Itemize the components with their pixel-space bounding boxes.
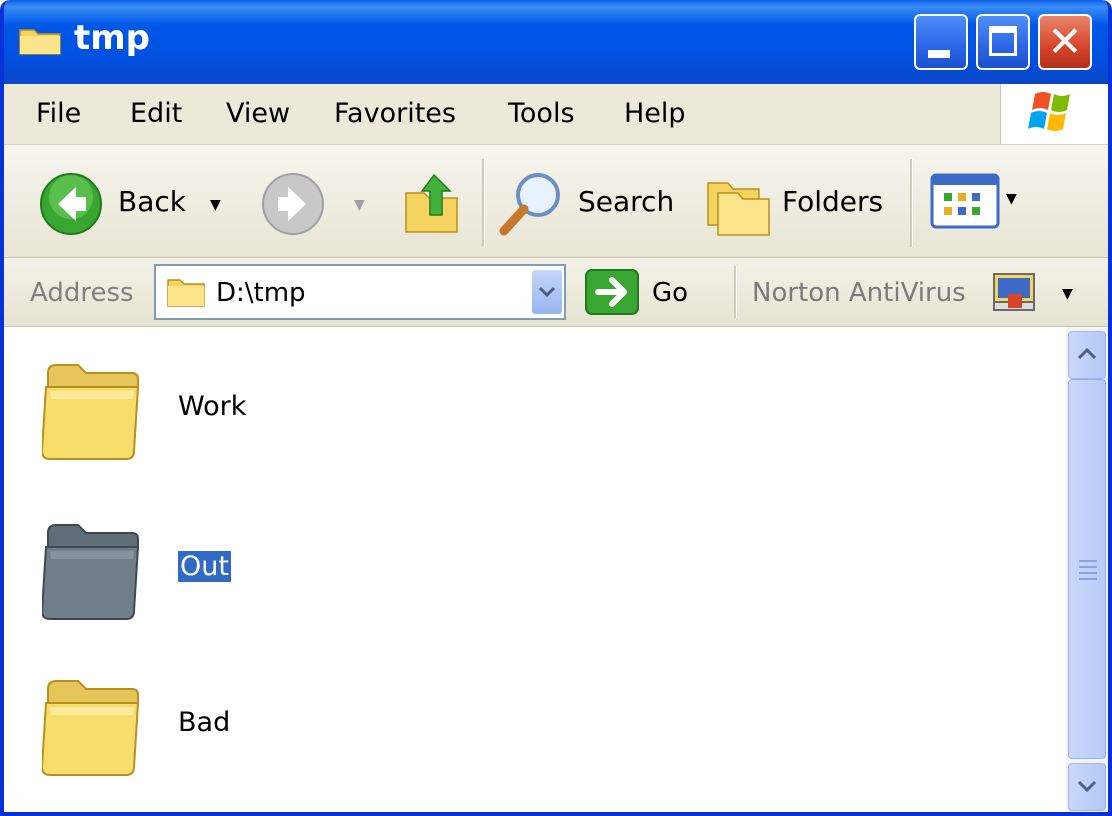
folder-icon [40, 364, 140, 460]
up-folder-icon [405, 173, 458, 233]
forward-dropdown-icon[interactable]: ▼ [354, 197, 365, 213]
go-button[interactable]: Go [584, 264, 694, 320]
menu-favorites[interactable]: Favorites [334, 98, 456, 129]
norton-antivirus-icon [993, 273, 1035, 311]
address-dropdown-button[interactable] [532, 270, 562, 314]
address-separator [734, 266, 737, 318]
views-button[interactable]: ▼ [930, 171, 1040, 237]
chevron-down-icon [538, 286, 556, 298]
norton-dropdown-icon[interactable]: ▼ [1062, 286, 1073, 302]
close-icon: ✕ [1047, 17, 1083, 66]
norton-antivirus-label: Norton AntiVirus [752, 278, 966, 308]
menu-view[interactable]: View [226, 98, 290, 129]
address-input[interactable]: D:\tmp [154, 264, 566, 320]
menu-file[interactable]: File [36, 98, 81, 129]
search-button[interactable]: Search [496, 165, 686, 239]
grip-line [1079, 572, 1097, 574]
go-arrow-icon [585, 269, 639, 315]
toolbar-separator [482, 159, 485, 247]
maximize-button[interactable] [976, 14, 1030, 70]
folder-item-bad[interactable]: Bad [40, 673, 442, 783]
grip-line [1079, 578, 1097, 580]
explorer-window: tmp ✕ File Edit View Favorites Tools Hel… [0, 0, 1112, 816]
file-list-view[interactable]: Work Out Bad [4, 327, 1066, 812]
chevron-down-icon [1077, 780, 1097, 793]
title-bar[interactable]: tmp ✕ [4, 0, 1108, 84]
search-icon [499, 173, 560, 236]
address-bar: Address D:\tmp Go Norton AntiVirus ▼ [4, 258, 1108, 327]
windows-logo [1000, 84, 1108, 144]
windows-flag-icon [1028, 92, 1070, 131]
back-arrow-icon [40, 173, 102, 235]
folder-name: Work [178, 391, 247, 422]
folder-icon [167, 279, 205, 307]
folder-icon [19, 29, 61, 55]
norton-antivirus-button[interactable]: Norton AntiVirus ▼ [752, 264, 1092, 320]
back-dropdown-icon[interactable]: ▼ [210, 197, 221, 213]
folder-item-out[interactable]: Out [40, 517, 442, 627]
address-value: D:\tmp [216, 278, 306, 308]
maximize-icon [989, 26, 1017, 56]
folder-name: Out [178, 551, 231, 582]
folder-icon [40, 680, 140, 776]
up-folder-button[interactable] [400, 165, 470, 239]
menu-help[interactable]: Help [624, 98, 686, 129]
close-button[interactable]: ✕ [1038, 14, 1092, 70]
minimize-icon [928, 50, 950, 58]
forward-button[interactable]: ▼ [260, 165, 380, 239]
folders-icon [707, 182, 770, 236]
menu-edit[interactable]: Edit [130, 98, 182, 129]
folders-button[interactable]: Folders [704, 165, 894, 239]
minimize-button[interactable] [914, 14, 968, 70]
toolbar-separator [910, 159, 913, 247]
menu-tools[interactable]: Tools [508, 98, 575, 129]
folder-name: Bad [178, 707, 231, 738]
scroll-up-button[interactable] [1068, 331, 1106, 379]
scroll-thumb[interactable] [1068, 379, 1106, 759]
menu-bar: File Edit View Favorites Tools Help [4, 84, 1108, 145]
window-title: tmp [74, 18, 151, 58]
scroll-down-button[interactable] [1068, 763, 1106, 811]
folder-item-work[interactable]: Work [40, 357, 442, 467]
standard-toolbar: Back ▼ ▼ Search Folders ▼ [4, 145, 1108, 258]
back-button[interactable]: Back ▼ [38, 165, 238, 239]
folders-label: Folders [782, 185, 884, 218]
go-label: Go [652, 278, 689, 308]
grip-line [1079, 566, 1097, 568]
search-label: Search [578, 185, 675, 218]
views-dropdown-icon[interactable]: ▼ [1006, 191, 1017, 207]
vertical-scrollbar[interactable] [1066, 327, 1108, 812]
views-icon [930, 173, 1000, 229]
back-label: Back [118, 185, 186, 218]
forward-arrow-icon [262, 173, 324, 235]
chevron-up-icon [1077, 347, 1097, 360]
folder-icon [40, 524, 140, 620]
address-label: Address [30, 278, 134, 308]
grip-line [1079, 560, 1097, 562]
